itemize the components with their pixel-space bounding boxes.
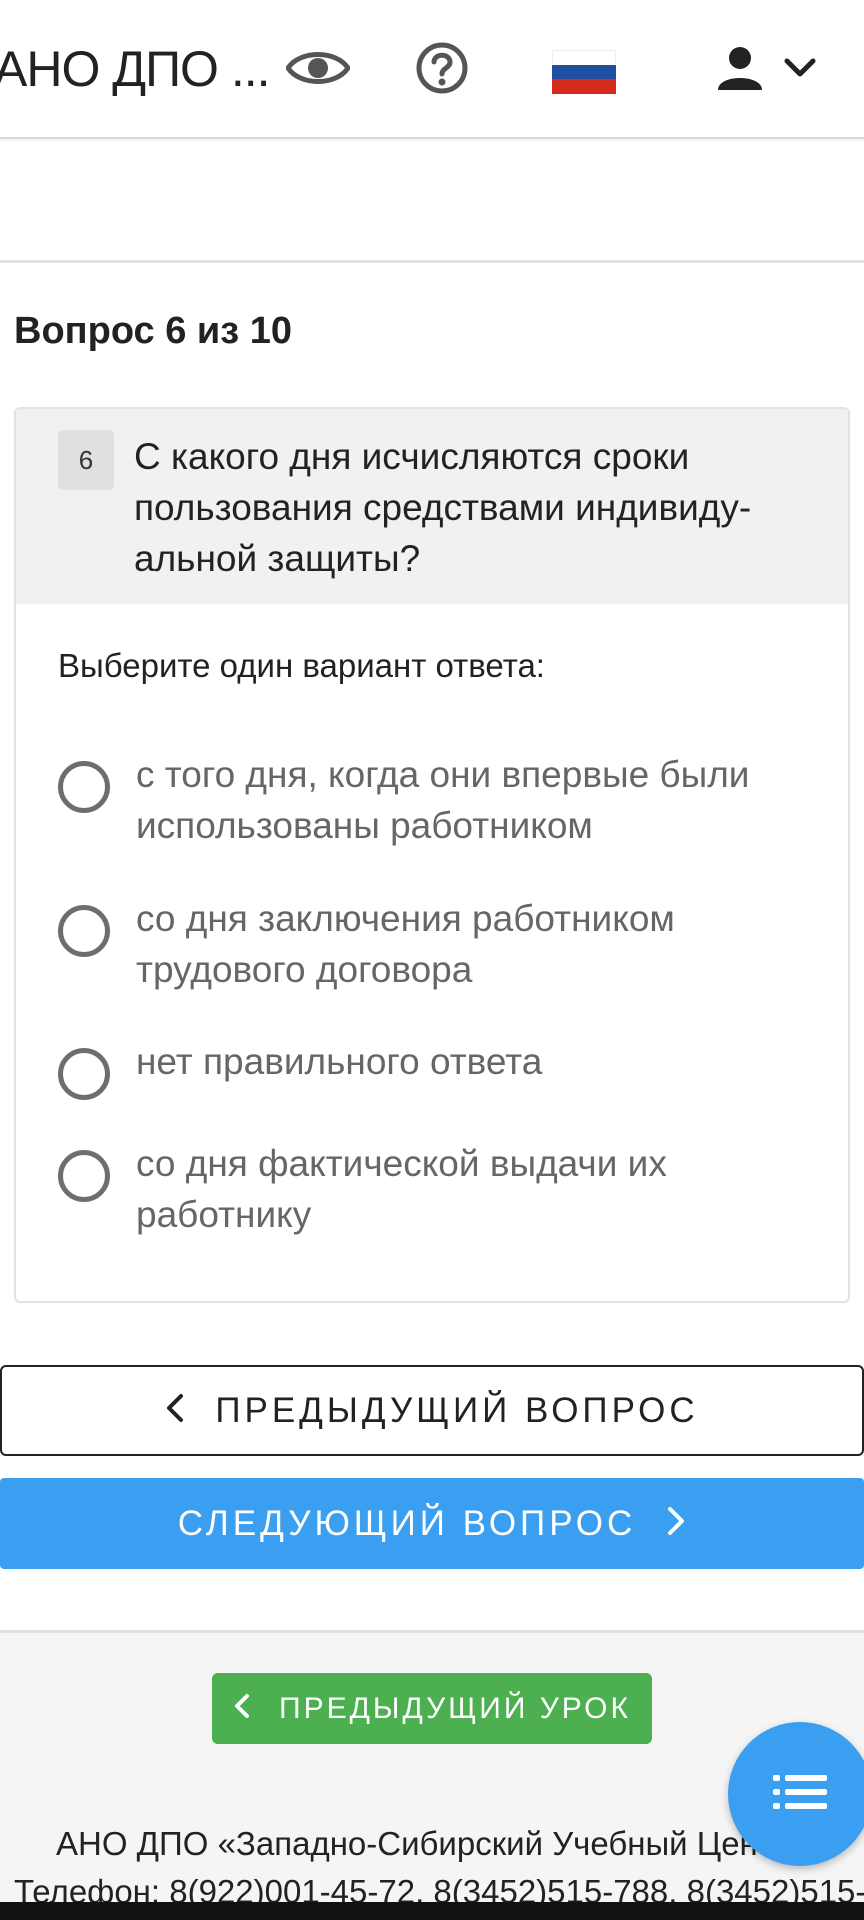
chevron-left-icon [165,1393,185,1428]
next-question-button[interactable]: СЛЕДУЮЩИЙ ВОПРОС [0,1478,864,1569]
help-icon[interactable] [414,40,470,96]
previous-lesson-label: ПРЕДЫДУЩИЙ УРОК [279,1691,631,1725]
previous-question-label: ПРЕДЫДУЩИЙ ВОПРОС [215,1390,699,1430]
answer-option-label[interactable]: со дня заключения работником трудового д… [136,893,818,995]
question-counter: Вопрос 6 из 10 [14,310,292,352]
eye-icon[interactable] [286,40,350,96]
user-icon[interactable] [712,40,768,96]
question-card: 6 С какого дня исчисляются сроки пользов… [14,407,850,1303]
chevron-right-icon [666,1506,686,1541]
question-number-badge: 6 [58,430,114,490]
next-question-label: СЛЕДУЮЩИЙ ВОПРОС [177,1503,637,1543]
radio-button[interactable] [58,905,110,957]
answer-option[interactable]: нет правильного ответа [58,1036,818,1100]
list-icon [773,1772,827,1817]
answer-option[interactable]: со дня заключения работником трудового д… [58,893,818,995]
answer-option[interactable]: с того дня, когда они впервые были испол… [58,749,818,851]
question-text: С какого дня исчисляются сроки пользован… [134,436,752,579]
answer-option-label[interactable]: с того дня, когда они впервые были испол… [136,749,818,851]
top-bar: АНО ДПО ... [0,0,864,139]
previous-question-button[interactable]: ПРЕДЫДУЩИЙ ВОПРОС [0,1365,864,1456]
sub-panel [0,141,864,263]
lesson-list-button[interactable] [728,1722,864,1866]
radio-button[interactable] [58,761,110,813]
brand-title[interactable]: АНО ДПО ... [0,40,270,98]
answer-option[interactable]: со дня фактической выдачи их работнику [58,1138,818,1240]
answer-option-label[interactable]: со дня фактической выдачи их работнику [136,1138,818,1240]
russian-flag-icon[interactable] [552,50,616,94]
radio-button[interactable] [58,1150,110,1202]
previous-lesson-button[interactable]: ПРЕДЫДУЩИЙ УРОК [212,1673,652,1744]
organization-name: АНО ДПО «Западно-Сибирский Учебный Цен [56,1825,758,1862]
answer-instruction: Выберите один вариант ответа: [58,647,545,684]
answer-option-label[interactable]: нет правильного ответа [136,1036,542,1087]
chevron-down-icon[interactable] [780,40,820,96]
bottom-system-strip [0,1902,864,1920]
radio-button[interactable] [58,1048,110,1100]
chevron-left-icon [233,1693,251,1724]
question-header: 6 С какого дня исчисляются сроки пользов… [16,409,848,604]
